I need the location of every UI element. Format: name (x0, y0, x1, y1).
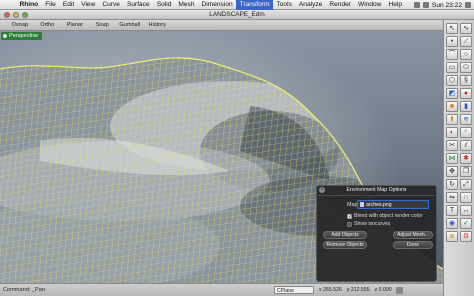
menu-dimension[interactable]: Dimension (198, 0, 236, 10)
explode-icon[interactable]: ✱ (460, 153, 472, 164)
menu-app[interactable]: Rhino (16, 0, 42, 10)
move-icon[interactable]: ✥ (446, 166, 458, 177)
loft-icon[interactable]: ≋ (460, 114, 472, 125)
menu-file[interactable]: File (42, 0, 60, 10)
polyline-icon[interactable]: ⟋ (460, 36, 472, 47)
layer-icon[interactable]: ≣ (446, 231, 458, 242)
history-toggle[interactable]: History (144, 22, 172, 28)
blend-label: Blend with object render color (354, 213, 423, 219)
menu-help[interactable]: Help (385, 0, 406, 10)
circle-icon[interactable]: ○ (460, 49, 472, 60)
extrude-icon[interactable]: ⬆ (446, 114, 458, 125)
menu-tools[interactable]: Tools (273, 0, 295, 10)
coord-z: z 0.000 (374, 287, 392, 293)
viewport-tab-perspective[interactable]: Perspective (1, 32, 43, 40)
menu-view[interactable]: View (78, 0, 99, 10)
render-icon[interactable]: ◉ (446, 218, 458, 229)
ortho-toggle[interactable]: Ortho (34, 22, 62, 28)
rectangle-icon[interactable]: ▭ (446, 62, 458, 73)
mirror-icon[interactable]: ⇋ (446, 192, 458, 203)
menu-bar: Rhino File Edit View Curve Surface Solid… (0, 0, 474, 10)
menu-transform[interactable]: Transform (236, 0, 273, 10)
menu-edit[interactable]: Edit (59, 0, 77, 10)
command-line[interactable]: Command: _Pan (0, 287, 230, 293)
gumball-toggle[interactable]: Gumball (116, 22, 144, 28)
image-file-icon (360, 202, 364, 207)
status-bar: Command: _Pan CPlane x 265.526 y 212.555… (0, 283, 443, 296)
viewport-menu-icon (3, 34, 7, 38)
menu-window[interactable]: Window (354, 0, 384, 10)
menu-solid[interactable]: Solid (153, 0, 175, 10)
sphere-icon[interactable]: ● (460, 88, 472, 99)
wifi-icon[interactable] (413, 2, 420, 8)
cylinder-icon[interactable]: ▮ (460, 101, 472, 112)
properties-icon[interactable]: ⚙ (460, 231, 472, 242)
scale-icon[interactable]: ⤢ (460, 179, 472, 190)
remove-objects-button[interactable]: Remove Objects (323, 241, 367, 249)
map-file-field[interactable]: arches.png (357, 200, 429, 209)
menu-render[interactable]: Render (326, 0, 355, 10)
dialog-title: Environment Map Options (346, 187, 407, 193)
layer-status-icon[interactable] (395, 286, 403, 294)
volume-icon[interactable] (422, 2, 429, 8)
text-icon[interactable]: T (446, 205, 458, 216)
surface-icon[interactable]: ◩ (446, 88, 458, 99)
viewport-label: Perspective (9, 33, 39, 39)
polygon-icon[interactable]: ⬡ (446, 75, 458, 86)
point-icon[interactable]: • (446, 36, 458, 47)
array-icon[interactable]: ⁙ (460, 192, 472, 203)
coord-y: y 212.555 (346, 287, 370, 293)
osnap-toggle[interactable]: Osnap (6, 22, 34, 28)
tool-palette: ↖ ∿ • ⟋ ⌒ ○ ▭ ⬭ ⬡ § ◩ ● ■ ▮ ⬆ ≋ ◐ ◜ ✂ ⫽ … (443, 20, 474, 296)
copy-icon[interactable]: ❐ (460, 166, 472, 177)
top-toolbar: Osnap Ortho Planar Snap Gumball History (0, 20, 443, 31)
isocurves-label: Show isocurves (354, 221, 391, 227)
planar-toggle[interactable]: Planar (61, 22, 89, 28)
menu-curve[interactable]: Curve (99, 0, 124, 10)
menubar-status-area: Sun 23:22 (413, 0, 471, 10)
environment-map-dialog: × Environment Map Options Map: arches.pn… (316, 185, 437, 282)
snap-toggle[interactable]: Snap (89, 22, 117, 28)
map-file-value: arches.png (366, 201, 392, 208)
menubar-clock[interactable]: Sun 23:22 (432, 2, 462, 9)
add-objects-button[interactable]: Add Objects (323, 231, 367, 239)
window-title-bar: LANDSCAPE_Edm (0, 10, 474, 20)
spotlight-icon[interactable] (465, 2, 471, 8)
dimension-icon[interactable]: ↔ (460, 205, 472, 216)
dialog-divider (318, 195, 435, 196)
coord-x: x 265.526 (319, 287, 342, 293)
blend-checkbox[interactable]: ✓ (347, 213, 352, 219)
trim-icon[interactable]: ✂ (446, 140, 458, 151)
menu-analyze[interactable]: Analyze (295, 0, 325, 10)
fillet-icon[interactable]: ◜ (460, 127, 472, 138)
menu-surface[interactable]: Surface (123, 0, 153, 10)
done-button[interactable]: Done (393, 241, 433, 249)
join-icon[interactable]: ⋈ (446, 153, 458, 164)
split-icon[interactable]: ⫽ (460, 140, 472, 151)
isocurves-checkbox[interactable] (347, 221, 352, 227)
show-isocurves-option[interactable]: Show isocurves (347, 221, 390, 227)
freeform-icon[interactable]: § (460, 75, 472, 86)
document-title: LANDSCAPE_Edm (209, 11, 265, 18)
adjust-mesh-button[interactable]: Adjust Mesh... (393, 231, 433, 239)
perspective-viewport[interactable]: Perspective × Environment Map Options Ma… (0, 31, 443, 283)
check-icon[interactable]: ✓ (460, 218, 472, 229)
pointer-icon[interactable]: ↖ (446, 23, 458, 34)
box-icon[interactable]: ■ (446, 101, 458, 112)
blend-render-color-option[interactable]: ✓ Blend with object render color (347, 213, 422, 219)
rotate-icon[interactable]: ↻ (446, 179, 458, 190)
boolean-icon[interactable]: ◐ (446, 127, 458, 138)
arc-icon[interactable]: ⌒ (446, 49, 458, 60)
menu-mesh[interactable]: Mesh (175, 0, 198, 10)
ellipse-icon[interactable]: ⬭ (460, 62, 472, 73)
cplane-selector[interactable]: CPlane (274, 286, 314, 294)
curve-icon[interactable]: ∿ (460, 23, 472, 34)
